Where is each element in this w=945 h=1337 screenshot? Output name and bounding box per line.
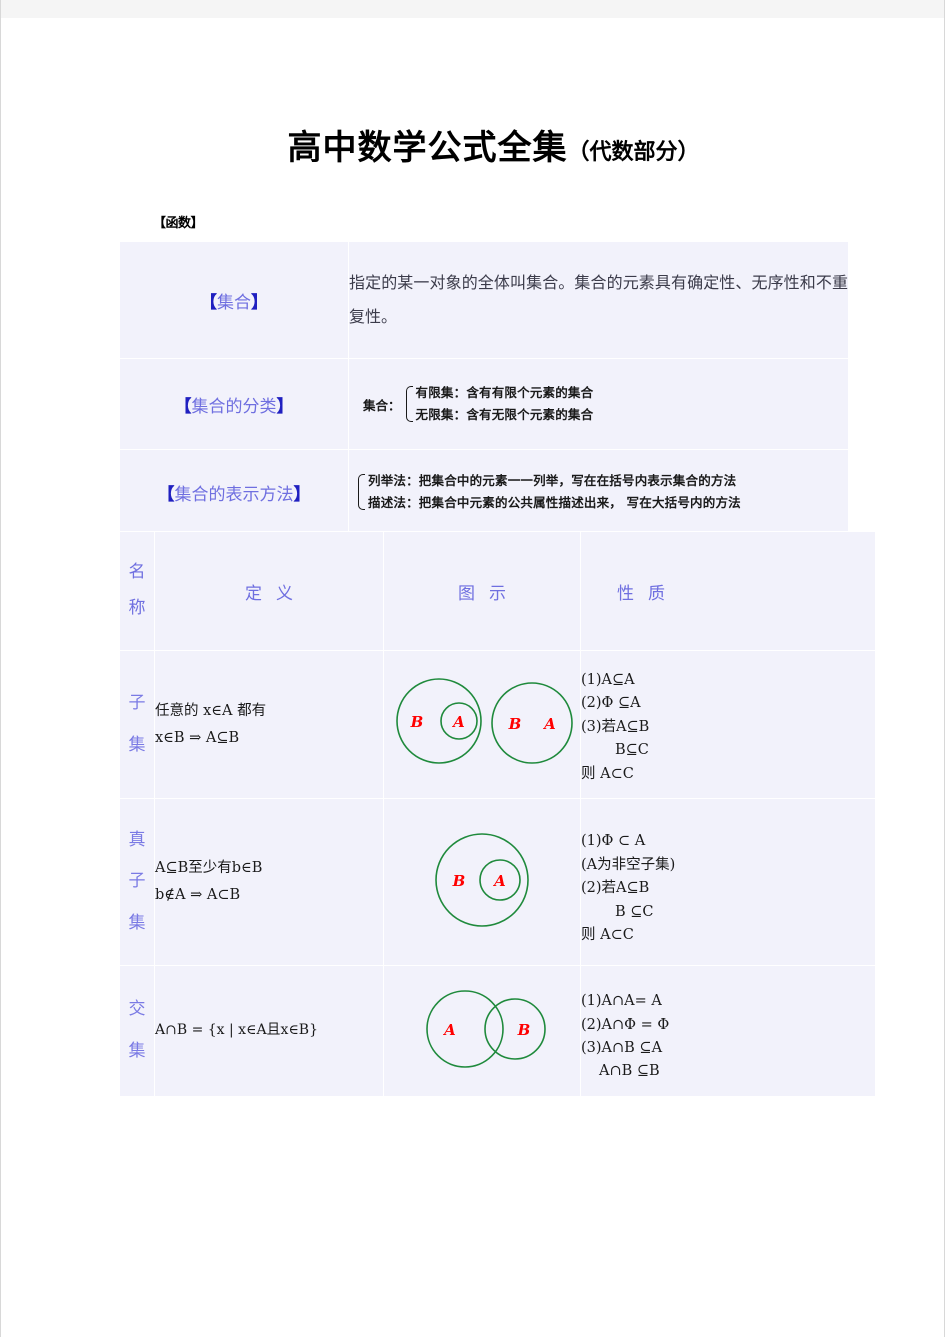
notation-brace-block: 列举法：把集合中的元素一一列举，写在在括号内表示集合的方法 描述法：把集合中元素… [349, 458, 848, 526]
header-name-text: 名称 [128, 562, 146, 618]
row-figure-cell-intersection: A B [383, 965, 581, 1097]
header-cell-figure: 图示 [383, 531, 581, 651]
definition-line: b∉A ⇒ A⊂B [155, 887, 241, 903]
property-line: (1)Φ ⊂ A [581, 833, 646, 850]
label-set-classification: 【集合的分类】 [174, 396, 294, 417]
row-label-cell-notation: 【集合的表示方法】 [119, 449, 349, 535]
property-line: 则 A⊂C [581, 765, 634, 782]
property-list: (1)A∩A= A (2)A∩Φ = Φ (3)A∩B ⊆A A∩B ⊆B [581, 978, 875, 1084]
label-set-notation: 【集合的表示方法】 [157, 484, 311, 505]
definition-line: x∈B ⇒ A⊆B [155, 729, 240, 746]
brace-line: 描述法：把集合中元素的公共属性描述出来， 写在大括号内的方法 [368, 495, 741, 510]
row-content-cell-notation: 列举法：把集合中的元素一一列举，写在在括号内表示集合的方法 描述法：把集合中元素… [348, 449, 849, 535]
property-line: (1)A∩A= A [581, 993, 662, 1010]
label-set: 【集合】 [200, 292, 268, 313]
set-definition-text: 指定的某一对象的全体叫集合。集合的元素具有确定性、无序性和不重复性。 [349, 272, 848, 326]
document-page: 高中数学公式全集（代数部分） 【函数】 【集合】 指定的某一对象的全体叫集合。集… [0, 0, 945, 1337]
row-content-cell-set: 指定的某一对象的全体叫集合。集合的元素具有确定性、无序性和不重复性。 [348, 241, 849, 359]
row-name-cell-proper-subset: 真子集 [119, 798, 155, 966]
property-line: B ⊆C [615, 903, 654, 920]
row-figure-cell-subset: B A B A [383, 650, 581, 799]
property-line: (3)若A⊆B [581, 718, 650, 735]
brace-line: 无限集：含有无限个元素的集合 [415, 407, 594, 422]
venn-label-b: B [517, 1021, 531, 1039]
brace-lead-label: 集合： [363, 397, 401, 413]
table-row: 子集 任意的 x∈A 都有 x∈B ⇒ A⊆B B A B A (1)A⊆A (… [119, 650, 876, 799]
header-property-label: 性质 [617, 583, 679, 604]
venn-label-b: B [410, 713, 424, 731]
header-cell-definition: 定义 [154, 531, 384, 651]
title-subtitle: （代数部分） [567, 139, 700, 165]
property-line: A∩B ⊆B [599, 1063, 660, 1080]
property-line: (2)若A⊆B [581, 880, 650, 897]
venn-label-b: B [508, 715, 522, 733]
label-set-notation-text: 集合的表示方法 [174, 484, 294, 505]
row-name-intersection: 交集 [128, 999, 146, 1061]
brace-line-group: 有限集：含有有限个元素的集合 无限集：含有无限个元素的集合 [416, 382, 594, 426]
label-set-classification-text: 集合的分类 [191, 396, 277, 417]
set-relations-table: 名称 定义 图示 性质 子集 任意的 x∈A 都有 x∈B ⇒ A⊆B B A … [119, 531, 876, 1097]
label-set-text: 集合 [217, 292, 251, 313]
row-property-cell-subset: (1)A⊆A (2)Φ ⊆A (3)若A⊆B B⊆C 则 A⊂C [580, 650, 876, 799]
header-name-label: 名称 [120, 555, 154, 626]
row-property-cell-intersection: (1)A∩A= A (2)A∩Φ = Φ (3)A∩B ⊆A A∩B ⊆B [580, 965, 876, 1097]
header-cell-name: 名称 [119, 531, 155, 651]
venn-label-a: A [542, 715, 556, 733]
row-property-cell-proper-subset: (1)Φ ⊂ A (A为非空子集) (2)若A⊆B B ⊆C 则 A⊂C [580, 798, 876, 966]
property-line: (A为非空子集) [581, 856, 676, 873]
title-main: 高中数学公式全集 [287, 128, 568, 168]
venn-label-a: A [442, 1021, 456, 1039]
table-row: 【集合的表示方法】 列举法：把集合中的元素一一列举，写在在括号内表示集合的方法 … [119, 449, 849, 535]
row-name-cell-subset: 子集 [119, 650, 155, 799]
table-row: 交集 A∩B = {x | x∈A且x∈B} A B (1)A∩A= A (2)… [119, 965, 876, 1097]
row-figure-cell-proper-subset: B A [383, 798, 581, 966]
venn-label-a: A [492, 872, 506, 890]
classification-brace-block: 集合： 有限集：含有有限个元素的集合 无限集：含有无限个元素的集合 [349, 370, 848, 438]
row-definition-cell-subset: 任意的 x∈A 都有 x∈B ⇒ A⊆B [154, 650, 384, 799]
venn-diagram-proper-subset-icon: B A [435, 833, 529, 927]
property-line: (2)A∩Φ = Φ [581, 1016, 670, 1033]
section-tag-function: 【函数】 [153, 216, 204, 231]
property-line: B⊆C [615, 742, 649, 759]
header-cell-property: 性质 [580, 531, 876, 651]
property-line: 则 A⊂C [581, 927, 634, 944]
venn-diagram-subset-icon: B A B A [396, 677, 573, 764]
table-row: 【集合】 指定的某一对象的全体叫集合。集合的元素具有确定性、无序性和不重复性。 [119, 241, 849, 359]
table-row: 真子集 A⊆B至少有b∈B b∉A ⇒ A⊂B B A (1)Φ ⊂ A (A为… [119, 798, 876, 966]
property-list: (1)Φ ⊂ A (A为非空子集) (2)若A⊆B B ⊆C 则 A⊂C [581, 816, 875, 947]
header-definition-label: 定义 [245, 583, 307, 604]
row-definition-cell-intersection: A∩B = {x | x∈A且x∈B} [154, 965, 384, 1097]
header-figure-label: 图示 [458, 583, 520, 604]
venn-label-a: A [451, 713, 465, 731]
property-line: (1)A⊆A [581, 671, 635, 688]
property-list: (1)A⊆A (2)Φ ⊆A (3)若A⊆B B⊆C 则 A⊂C [581, 663, 875, 786]
definition-line: 任意的 x∈A 都有 [155, 702, 267, 719]
table-row: 【集合的分类】 集合： 有限集：含有有限个元素的集合 无限集：含有无限个元素的集… [119, 358, 849, 450]
property-line: (2)Φ ⊆A [581, 695, 641, 712]
row-label-cell-set: 【集合】 [119, 241, 349, 359]
set-concepts-table: 【集合】 指定的某一对象的全体叫集合。集合的元素具有确定性、无序性和不重复性。 … [119, 241, 849, 535]
row-content-cell-classification: 集合： 有限集：含有有限个元素的集合 无限集：含有无限个元素的集合 [348, 358, 849, 450]
table-header-row: 名称 定义 图示 性质 [119, 531, 876, 651]
row-name-subset: 子集 [128, 692, 146, 755]
row-label-cell-classification: 【集合的分类】 [119, 358, 349, 450]
row-name-cell-intersection: 交集 [119, 965, 155, 1097]
left-brace-icon [403, 382, 413, 426]
venn-diagram-intersection-icon: A B [426, 990, 546, 1068]
row-name-proper-subset: 真子集 [128, 829, 146, 933]
property-line: (3)A∩B ⊆A [581, 1040, 663, 1056]
definition-line: A∩B = {x | x∈A且x∈B} [155, 1022, 319, 1039]
brace-line: 列举法：把集合中的元素一一列举，写在在括号内表示集合的方法 [368, 473, 737, 489]
left-brace-icon [355, 470, 365, 514]
page-title: 高中数学公式全集（代数部分） [1, 120, 944, 169]
brace-line-group: 列举法：把集合中的元素一一列举，写在在括号内表示集合的方法 描述法：把集合中元素… [368, 470, 741, 514]
definition-line: A⊆B至少有b∈B [155, 860, 263, 877]
venn-label-b: B [452, 872, 466, 890]
page-top-margin-strip [1, 0, 944, 18]
row-definition-cell-proper-subset: A⊆B至少有b∈B b∉A ⇒ A⊂B [154, 798, 384, 966]
brace-line: 有限集：含有有限个元素的集合 [415, 385, 594, 401]
